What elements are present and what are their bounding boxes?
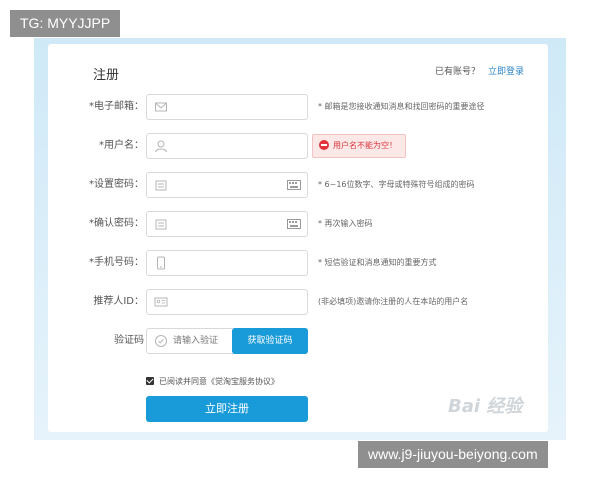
phone-icon <box>157 256 165 270</box>
phone-input[interactable] <box>146 250 308 276</box>
phone-row: *手机号码： * 短信验证和消息通知的重要方式 <box>48 250 548 276</box>
bottom-watermark-tag: www.j9-jiuyou-beiyong.com <box>358 441 548 468</box>
username-input[interactable] <box>146 133 308 159</box>
lock-icon <box>155 180 167 191</box>
top-watermark-tag: TG: MYYJJPP <box>10 10 121 37</box>
email-label: *电子邮箱： <box>89 101 144 112</box>
referrer-hint: (非必填项)邀请你注册的人在本站的用户名 <box>318 297 469 306</box>
phone-label: *手机号码： <box>89 257 144 268</box>
keyboard-icon[interactable] <box>287 180 301 190</box>
referrer-row: 推荐人ID： (非必填项)邀请你注册的人在本站的用户名 <box>48 289 548 315</box>
captcha-label: 验证码 <box>114 335 144 346</box>
agreement-checkbox[interactable] <box>146 377 154 385</box>
confirm-password-input[interactable] <box>146 211 308 237</box>
captcha-placeholder: 请输入验证 <box>173 336 219 346</box>
email-input[interactable] <box>146 94 308 120</box>
agreement: 已阅读并同意《觉淘宝服务协议》 <box>146 376 279 387</box>
check-circle-icon <box>155 335 167 347</box>
register-button[interactable]: 立即注册 <box>146 396 308 422</box>
page-title: 注册 <box>93 68 120 83</box>
referrer-label: 推荐人ID： <box>93 296 144 307</box>
login-prompt-text: 已有账号？ <box>434 67 480 77</box>
phone-hint: * 短信验证和消息通知的重要方式 <box>318 258 437 267</box>
password-row: *设置密码： * 6~16位数字、字母或特殊符号组成的密码 <box>48 172 548 198</box>
confirm-password-hint: * 再次输入密码 <box>318 219 373 228</box>
login-link[interactable]: 立即登录 <box>488 67 524 77</box>
user-icon <box>155 140 167 153</box>
username-error-text: 用户名不能为空！ <box>333 141 397 150</box>
lock-icon <box>155 219 167 230</box>
keyboard-icon[interactable] <box>287 219 301 229</box>
username-error-message: 用户名不能为空！ <box>312 134 406 158</box>
email-hint: * 邮箱是您接收通知消息和找回密码的重要途径 <box>318 102 485 111</box>
password-label: *设置密码： <box>89 179 144 190</box>
baidu-watermark: Bai 经验 <box>448 396 523 417</box>
registration-card: 注册 已有账号？ 立即登录 *电子邮箱： * 邮箱是您接收通知消息和找回密码的重要… <box>48 44 548 432</box>
login-prompt: 已有账号？ 立即登录 <box>435 64 524 77</box>
email-row: *电子邮箱： * 邮箱是您接收通知消息和找回密码的重要途径 <box>48 94 548 120</box>
mail-icon <box>155 102 167 112</box>
captcha-row: 验证码 请输入验证 获取验证码 <box>48 328 548 354</box>
get-code-button[interactable]: 获取验证码 <box>232 328 308 354</box>
referrer-input[interactable] <box>146 289 308 315</box>
error-icon <box>319 140 329 150</box>
confirm-password-label: *确认密码： <box>89 218 144 229</box>
username-label: *用户名： <box>99 140 144 151</box>
confirm-password-row: *确认密码： * 再次输入密码 <box>48 211 548 237</box>
agreement-text[interactable]: 已阅读并同意《觉淘宝服务协议》 <box>159 377 279 386</box>
username-row: *用户名： 用户名不能为空！ <box>48 133 548 159</box>
password-hint: * 6~16位数字、字母或特殊符号组成的密码 <box>318 180 475 189</box>
password-input[interactable] <box>146 172 308 198</box>
id-card-icon <box>154 297 168 307</box>
